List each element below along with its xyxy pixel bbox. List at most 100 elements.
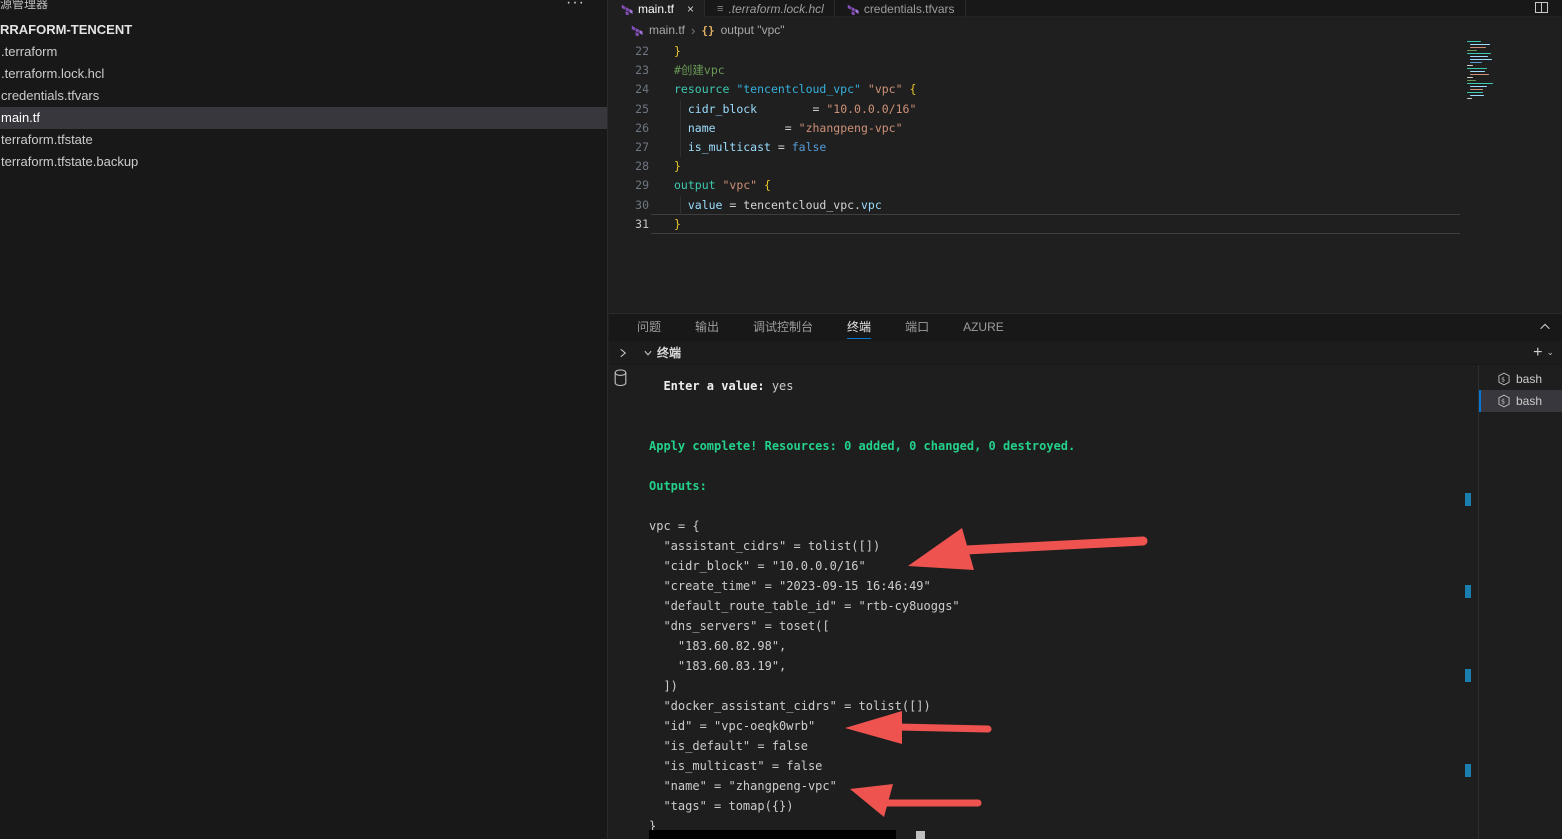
tab-label: .terraform.lock.hcl	[728, 1, 824, 16]
line-number: 27	[635, 139, 649, 154]
line-content: value = tencentcloud_vpc.vpc	[687, 197, 882, 212]
terminal-section-toggle[interactable]: 终端	[643, 344, 681, 361]
new-terminal-icon[interactable]: +	[1533, 344, 1542, 362]
terminal-line: "cidr_block" = "10.0.0.0/16"	[649, 559, 866, 573]
panel-tab-问题[interactable]: 问题	[637, 314, 661, 341]
chevron-right-icon: ›	[691, 22, 696, 38]
terminal-bash-icon: $	[1497, 372, 1511, 386]
terminal-line: "name" = "zhangpeng-vpc"	[649, 779, 837, 793]
explorer-title: 源管理器	[0, 0, 49, 11]
terminal-line: "183.60.82.98",	[649, 639, 787, 653]
hcl-file-icon: ≡	[717, 2, 724, 15]
code-line-28[interactable]: 28}	[609, 157, 1562, 176]
line-content: cidr_block = "10.0.0.0/16"	[687, 101, 917, 116]
workspace-section-header[interactable]: RRAFORM-TENCENT	[0, 22, 132, 37]
terminal-line: "create_time" = "2023-09-15 16:46:49"	[649, 579, 931, 593]
line-number: 22	[635, 44, 649, 58]
panel-tab-端口[interactable]: 端口	[905, 314, 929, 341]
line-content: #创建vpc	[674, 63, 725, 78]
tab--terraform-lock-hcl[interactable]: ≡ .terraform.lock.hcl	[705, 0, 835, 17]
chevron-down-icon[interactable]: ⌄	[1546, 347, 1554, 358]
minimap[interactable]	[1467, 40, 1513, 108]
terminal-line: ])	[649, 679, 678, 693]
chevron-right-icon[interactable]	[617, 347, 629, 359]
session-label: bash	[1516, 394, 1543, 408]
panel-tab-AZURE[interactable]: AZURE	[963, 314, 1004, 341]
tab-label: main.tf	[638, 1, 675, 16]
code-area[interactable]: 22} 23 #创建vpc 24 resource "tencentcloud_vpc"…	[609, 42, 1562, 234]
code-line-23[interactable]: 23 #创建vpc	[609, 61, 1562, 80]
line-number: 28	[635, 159, 649, 174]
sidebar-item--terraform-lock-hcl[interactable]: .terraform.lock.hcl	[0, 63, 607, 85]
terminal-line: "tags" = tomap({})	[649, 799, 794, 813]
sidebar-item-terraform-tfstate-backup[interactable]: terraform.tfstate.backup	[0, 151, 607, 173]
panel-tab-输出[interactable]: 输出	[695, 314, 719, 341]
more-actions-icon[interactable]: ···	[566, 0, 585, 12]
terminal-bash-icon: $	[1497, 394, 1511, 408]
terminal-session-bash[interactable]: $ bash	[1479, 368, 1562, 390]
editor-tab-bar: main.tf × ≡ .terraform.lock.hcl credentials.…	[609, 0, 1562, 17]
terminal-session-list: $ bash $ bash	[1479, 368, 1562, 412]
terminal-line: vpc = {	[649, 519, 700, 533]
indent-guide	[680, 196, 681, 215]
line-number: 24	[635, 82, 649, 97]
panel-tab-bar: 问题 输出 调试控制台 终端 端口 AZURE	[609, 314, 1562, 341]
line-content: is_multicast = false	[687, 139, 827, 154]
breadcrumb-file[interactable]: main.tf	[649, 23, 685, 37]
line-content: name = "zhangpeng-vpc"	[687, 120, 903, 135]
scrollbar-mark	[1465, 585, 1471, 598]
panel-tab-调试控制台[interactable]: 调试控制台	[753, 314, 813, 341]
tab-main-tf[interactable]: main.tf ×	[609, 0, 706, 17]
breadcrumb-symbol[interactable]: output "vpc"	[721, 23, 785, 37]
current-line-highlight	[651, 213, 1460, 234]
terminal-line: "assistant_cidrs" = tolist([])	[649, 539, 881, 553]
terminal-line: "is_multicast" = false	[649, 759, 823, 773]
code-line-31[interactable]: 31}	[609, 213, 1562, 234]
tab-credentials-tfvars[interactable]: credentials.tfvars	[835, 0, 966, 17]
vscode-window: 源管理器 ··· RRAFORM-TENCENT .terraform .terr…	[0, 0, 1562, 839]
sidebar-item-main-tf[interactable]: main.tf	[0, 107, 607, 129]
line-number: 29	[635, 178, 649, 193]
sidebar-item--terraform[interactable]: .terraform	[0, 41, 607, 63]
sidebar-header: 源管理器 ···	[0, 0, 607, 16]
terminal-line: "dns_servers" = toset([	[649, 619, 830, 633]
scrollbar-mark	[1465, 669, 1471, 682]
terminal-line: "183.60.83.19",	[649, 659, 787, 673]
explorer-sidebar: 源管理器 ··· RRAFORM-TENCENT .terraform .terr…	[0, 0, 608, 839]
line-number: 23	[635, 63, 649, 78]
line-content: output "vpc" {	[674, 178, 771, 193]
sidebar-item-terraform-tfstate[interactable]: terraform.tfstate	[0, 129, 607, 151]
terminal-output[interactable]: Enter a value: yes Apply complete! Resou…	[649, 376, 1075, 836]
line-content: }	[674, 159, 681, 174]
chevron-up-icon[interactable]	[1538, 320, 1552, 334]
line-number: 25	[635, 101, 649, 116]
terminal-line: Apply complete! Resources: 0 added, 0 ch…	[649, 439, 1076, 453]
close-icon[interactable]: ×	[687, 2, 694, 16]
terminal-line: Outputs:	[649, 479, 707, 493]
terminal-line: "docker_assistant_cidrs" = tolist([])	[649, 699, 931, 713]
line-number: 31	[635, 216, 649, 231]
code-line-30[interactable]: 30 value = tencentcloud_vpc.vpc	[609, 196, 1562, 215]
code-line-25[interactable]: 25 cidr_block = "10.0.0.0/16"	[609, 100, 1562, 119]
terminal-line: "is_default" = false	[649, 739, 808, 753]
split-editor-icon[interactable]	[1535, 2, 1548, 13]
sidebar-item-credentials-tfvars[interactable]: credentials.tfvars	[0, 85, 607, 107]
code-line-22[interactable]: 22}	[609, 42, 1562, 61]
svg-text:$: $	[1501, 398, 1505, 406]
svg-text:$: $	[1501, 376, 1505, 384]
line-content: }	[674, 44, 681, 58]
code-line-27[interactable]: 27 is_multicast = false	[609, 138, 1562, 157]
database-icon[interactable]	[612, 368, 629, 388]
code-line-26[interactable]: 26 name = "zhangpeng-vpc"	[609, 119, 1562, 138]
code-line-24[interactable]: 24 resource "tencentcloud_vpc" "vpc" {	[609, 80, 1562, 99]
line-number: 26	[635, 120, 649, 135]
code-line-29[interactable]: 29 output "vpc" {	[609, 176, 1562, 195]
terminal-line: Enter a value: yes	[663, 379, 794, 393]
terminal-session-bash[interactable]: $ bash	[1479, 390, 1562, 412]
panel-tab-终端[interactable]: 终端	[847, 314, 872, 341]
terminal-section-header: 终端 + ⌄	[609, 341, 1562, 364]
chevron-down-icon	[644, 350, 652, 356]
